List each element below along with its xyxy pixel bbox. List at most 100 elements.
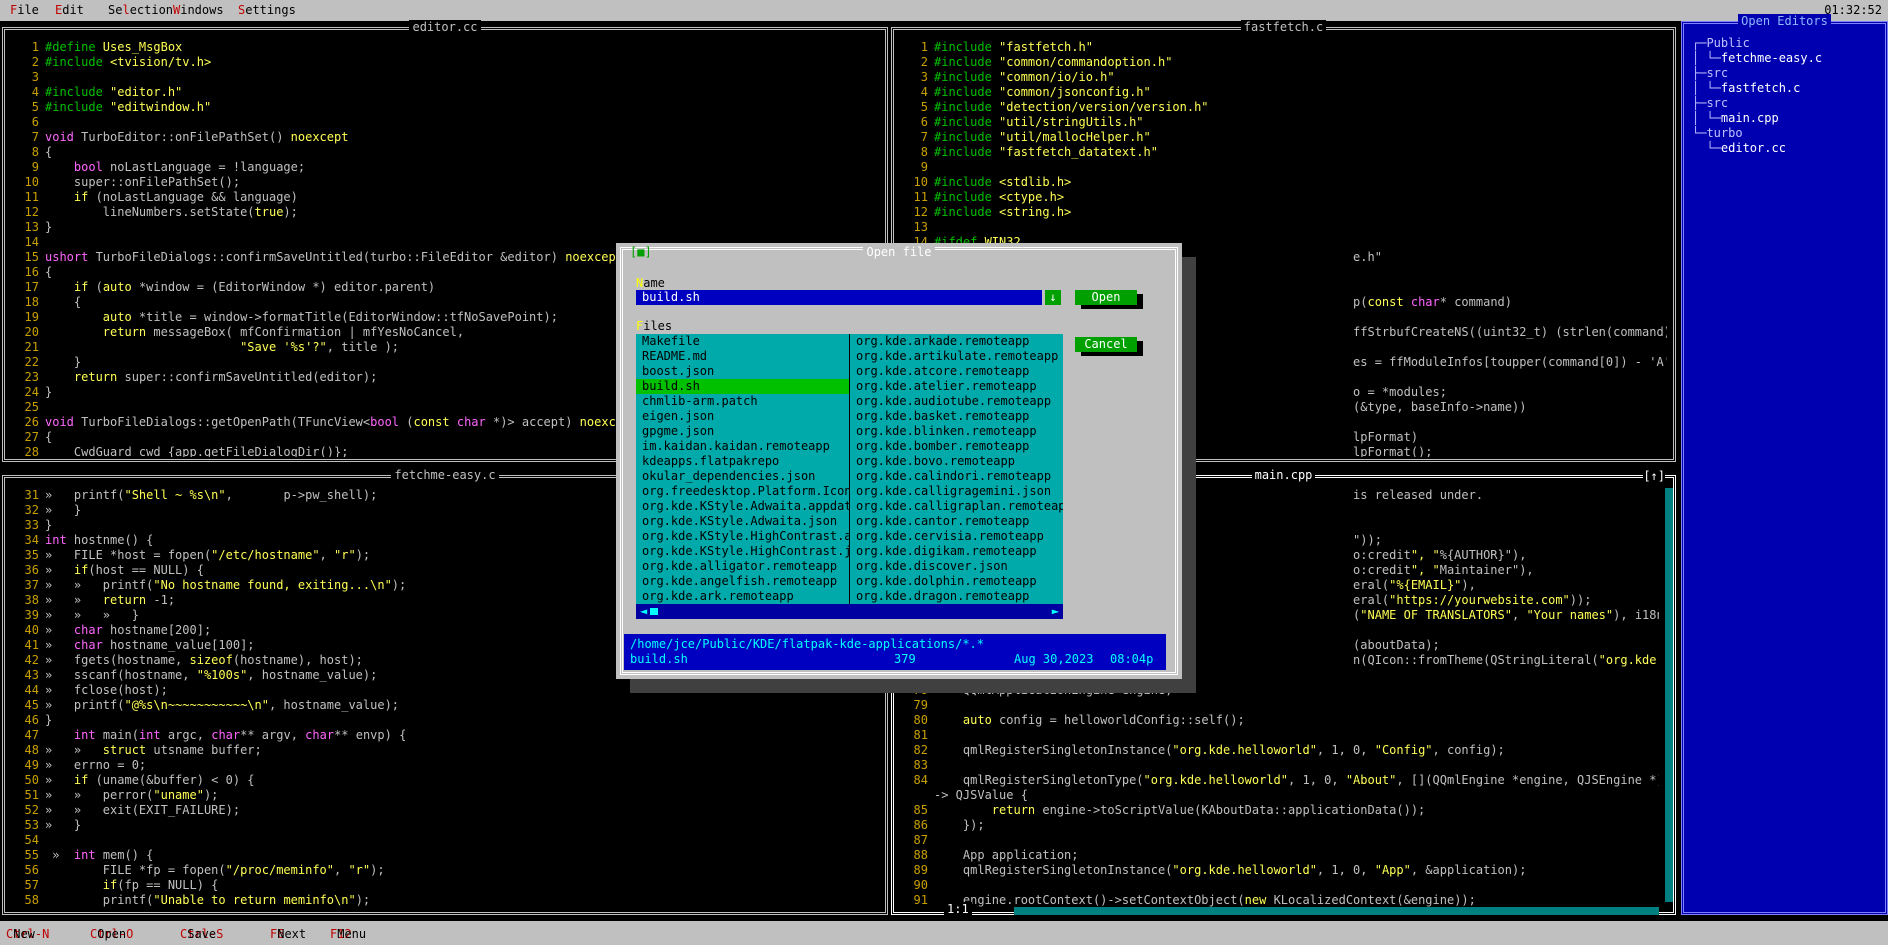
code-line[interactable]: 5 #include "detection/version/version.h" xyxy=(898,100,1667,115)
tree-folder-item[interactable]: ┌─Public xyxy=(1692,36,1822,51)
close-icon[interactable]: [■] xyxy=(630,245,652,260)
file-list-item[interactable]: org.kde.arkade.remoteapp xyxy=(850,334,1063,349)
history-dropdown-icon[interactable]: ↓ xyxy=(1045,290,1061,305)
code-line[interactable]: 8 #include "fastfetch_datatext.h" xyxy=(898,145,1667,160)
tree-file-item[interactable]: │ └─fetchme-easy.c xyxy=(1692,51,1822,66)
file-list-item[interactable]: org.kde.dolphin.remoteapp xyxy=(850,574,1063,589)
code-line[interactable]: 4 #include "common/jsonconfig.h" xyxy=(898,85,1667,100)
code-line[interactable]: 81 xyxy=(898,728,1659,743)
code-line[interactable]: 54 xyxy=(9,833,879,848)
code-line[interactable]: 7 void TurboEditor::onFilePathSet() noexc… xyxy=(9,130,879,145)
code-line[interactable]: 48 » » struct utsname buffer; xyxy=(9,743,879,758)
code-line[interactable]: 53 » } xyxy=(9,818,879,833)
horizontal-scrollbar[interactable] xyxy=(1014,907,1659,915)
open-button[interactable]: Open xyxy=(1075,290,1137,305)
file-list[interactable]: Makefile README.md boost.json build.sh chmli… xyxy=(636,334,1063,619)
menu-edit[interactable]: Edit xyxy=(55,3,84,18)
file-list-item[interactable]: org.kde.ark.remoteapp xyxy=(636,589,849,604)
code-line[interactable]: 7 #include "util/mallocHelper.h" xyxy=(898,130,1667,145)
file-list-item[interactable]: org.kde.alligator.remoteapp xyxy=(636,559,849,574)
code-line[interactable]: 12 lineNumbers.setState(true); xyxy=(9,205,879,220)
code-line[interactable]: 45 » printf("@%s\n~~~~~~~~~~~\n", hostnam… xyxy=(9,698,879,713)
code-line[interactable]: 80 auto config = helloworldConfig::self(… xyxy=(898,713,1659,728)
code-line[interactable]: 8{ xyxy=(9,145,879,160)
tree-file-item[interactable]: │ └─fastfetch.c xyxy=(1692,81,1822,96)
file-list-item[interactable]: org.kde.atelier.remoteapp xyxy=(850,379,1063,394)
code-line[interactable]: 82 qmlRegisterSingletonInstance("org.kde… xyxy=(898,743,1659,758)
code-line[interactable]: 91 engine.rootContext()->setContextObjec… xyxy=(898,893,1659,908)
file-list-item[interactable]: org.kde.artikulate.remoteapp xyxy=(850,349,1063,364)
code-line[interactable]: 9 xyxy=(898,160,1667,175)
file-list-item[interactable]: org.kde.atcore.remoteapp xyxy=(850,364,1063,379)
code-line[interactable]: 57 if(fp == NULL) { xyxy=(9,878,879,893)
code-line[interactable]: 12 #include <string.h> xyxy=(898,205,1667,220)
open-file-dialog[interactable]: Open file [■] Name build.sh ↓ Open Cance… xyxy=(616,243,1182,679)
file-list-item[interactable]: org.kde.KStyle.HighContrast.j xyxy=(636,544,849,559)
file-list-item[interactable]: org.kde.audiotube.remoteapp xyxy=(850,394,1063,409)
code-line[interactable]: 9 bool noLastLanguage = !language; xyxy=(9,160,879,175)
file-list-item[interactable]: org.kde.calligraplan.remoteapp xyxy=(850,499,1063,514)
status-open[interactable]: Ctrl-O Open xyxy=(90,924,133,941)
code-line[interactable]: 47 int main(int argc, char** argv, char*… xyxy=(9,728,879,743)
file-list-item[interactable]: gpgme.json xyxy=(636,424,849,439)
file-list-item[interactable]: org.kde.KStyle.HighContrast.a xyxy=(636,529,849,544)
menu-windows[interactable]: Windows xyxy=(173,3,224,18)
file-list-item[interactable]: org.kde.cantor.remoteapp xyxy=(850,514,1063,529)
code-line[interactable]: 87 xyxy=(898,833,1659,848)
file-list-item[interactable]: org.kde.calindori.remoteapp xyxy=(850,469,1063,484)
code-line[interactable]: 85 return engine->toScriptValue(KAboutDa… xyxy=(898,803,1659,818)
code-line[interactable]: 51 » » perror("uname"); xyxy=(9,788,879,803)
code-line[interactable]: 49 » errno = 0; xyxy=(9,758,879,773)
file-list-item[interactable]: org.kde.bovo.remoteapp xyxy=(850,454,1063,469)
code-line[interactable]: 58 printf("Unable to return meminfo\n"); xyxy=(9,893,879,908)
tree-file-item[interactable]: └─editor.cc xyxy=(1692,141,1822,156)
open-editors-panel[interactable]: Open Editors ┌─Public │ └─fetchme-easy.c ├… xyxy=(1681,14,1888,915)
file-list-item[interactable]: boost.json xyxy=(636,364,849,379)
menu-settings[interactable]: Settings xyxy=(238,3,296,18)
status-menu[interactable]: F12 Menu xyxy=(330,924,366,941)
open-editors-tree[interactable]: ┌─Public │ └─fetchme-easy.c ├─src │ └─fastf… xyxy=(1692,36,1822,156)
code-line[interactable]: 84 qmlRegisterSingletonType("org.kde.hel… xyxy=(898,773,1659,788)
code-line[interactable]: 79 xyxy=(898,698,1659,713)
cancel-button[interactable]: Cancel xyxy=(1075,337,1137,352)
scroll-left-icon[interactable]: ◄ xyxy=(640,604,647,619)
file-list-item[interactable]: org.kde.bomber.remoteapp xyxy=(850,439,1063,454)
code-line[interactable]: 10 super::onFilePathSet(); xyxy=(9,175,879,190)
menu-file[interactable]: File xyxy=(10,3,39,18)
file-name-input[interactable]: build.sh xyxy=(636,290,1042,305)
file-list-item[interactable]: org.kde.KStyle.Adwaita.appdat xyxy=(636,499,849,514)
code-line[interactable]: 55 » int mem() { xyxy=(9,848,879,863)
code-line[interactable]: 88 App application; xyxy=(898,848,1659,863)
code-line[interactable]: 3 xyxy=(9,70,879,85)
tree-folder-item[interactable]: ├─src xyxy=(1692,66,1822,81)
file-list-item[interactable]: org.kde.calligragemini.json xyxy=(850,484,1063,499)
vertical-scrollbar[interactable] xyxy=(1665,488,1673,902)
tree-file-item[interactable]: │ └─main.cpp xyxy=(1692,111,1822,126)
file-list-item[interactable]: org.kde.angelfish.remoteapp xyxy=(636,574,849,589)
file-list-item[interactable]: Makefile xyxy=(636,334,849,349)
code-line[interactable]: 6 xyxy=(9,115,879,130)
menu-selection[interactable]: Selection xyxy=(108,3,173,18)
code-line[interactable]: 10 #include <stdlib.h> xyxy=(898,175,1667,190)
file-list-item[interactable]: org.kde.KStyle.Adwaita.json xyxy=(636,514,849,529)
file-list-item[interactable]: chmlib-arm.patch xyxy=(636,394,849,409)
code-line[interactable]: -> QJSValue { xyxy=(898,788,1659,803)
file-list-item[interactable]: org.kde.cervisia.remoteapp xyxy=(850,529,1063,544)
file-list-item[interactable]: org.kde.discover.json xyxy=(850,559,1063,574)
file-list-item[interactable]: org.kde.digikam.remoteapp xyxy=(850,544,1063,559)
zoom-icon[interactable]: [↑] xyxy=(1643,469,1665,484)
file-list-scrollbar[interactable]: ◄ ► xyxy=(636,604,1063,619)
file-list-item[interactable]: kdeapps.flatpakrepo xyxy=(636,454,849,469)
code-line[interactable]: 1 #include "fastfetch.h" xyxy=(898,40,1667,55)
code-line[interactable]: 13} xyxy=(9,220,879,235)
code-line[interactable]: 89 qmlRegisterSingletonInstance("org.kde… xyxy=(898,863,1659,878)
code-line[interactable]: 83 xyxy=(898,758,1659,773)
status-save[interactable]: Ctrl-S Save xyxy=(180,924,223,941)
code-line[interactable]: 50 » if (uname(&buffer) < 0) { xyxy=(9,773,879,788)
file-list-item[interactable]: org.freedesktop.Platform.Icon xyxy=(636,484,849,499)
code-line[interactable]: 13 xyxy=(898,220,1667,235)
file-list-item[interactable]: eigen.json xyxy=(636,409,849,424)
code-line[interactable]: 5 #include "editwindow.h" xyxy=(9,100,879,115)
code-line[interactable]: 56 FILE *fp = fopen("/proc/meminfo", "r"… xyxy=(9,863,879,878)
scroll-right-icon[interactable]: ► xyxy=(1052,604,1059,619)
